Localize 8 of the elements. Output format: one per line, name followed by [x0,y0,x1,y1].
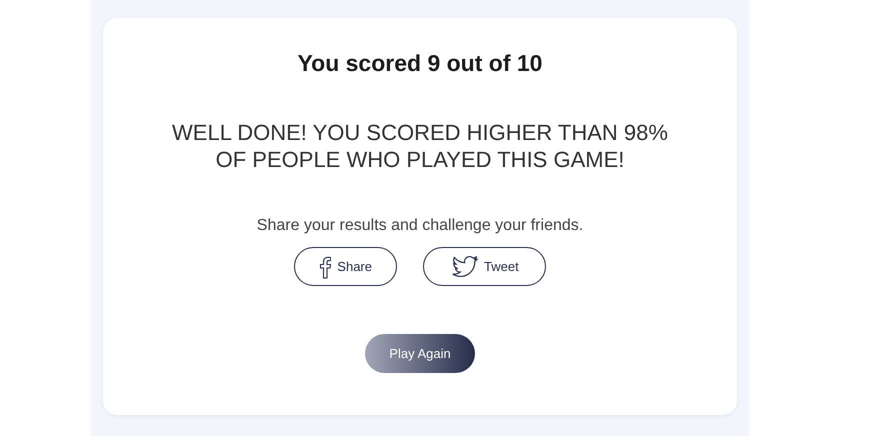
bird-icon [452,256,478,278]
facebook-icon [319,254,332,278]
score-title: You scored 9 out of 10 [298,50,542,77]
share-button[interactable]: Share [294,247,397,286]
play-again-button[interactable]: Play Again [365,334,475,373]
tweet-button[interactable]: Tweet [423,247,546,286]
share-prompt: Share your results and challenge your friends. [256,217,584,235]
result-message: WELL DONE! YOU SCORED HIGHER THAN 98% OF PEOPLE WHO PLAYED THIS GAME! [171,119,669,173]
